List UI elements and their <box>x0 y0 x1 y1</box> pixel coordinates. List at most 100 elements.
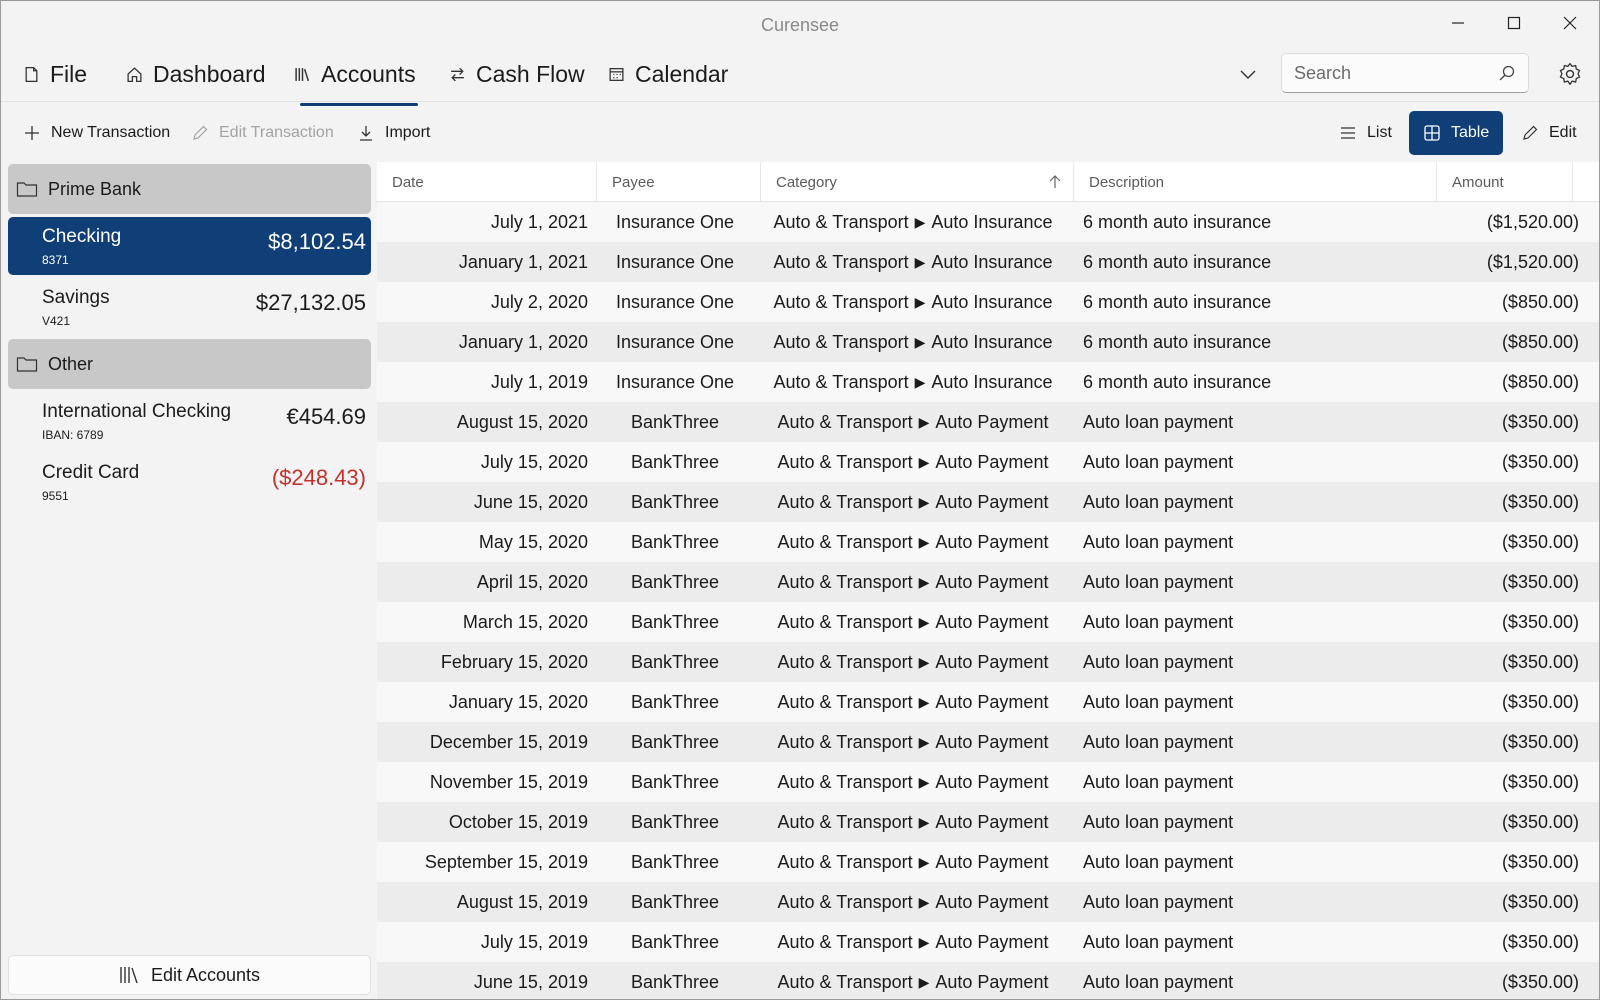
table-row[interactable]: February 15, 2020 BankThree Auto & Transpo… <box>377 642 1599 682</box>
cell-category: Auto & Transport ▶ Auto Payment <box>757 602 1069 642</box>
swap-arrows-icon <box>451 67 464 81</box>
cell-date: July 15, 2020 <box>480 452 588 472</box>
cell-amount: ($350.00) <box>1501 772 1579 792</box>
calendar-icon <box>609 67 624 81</box>
column-header-amount[interactable]: Amount <box>1437 162 1573 202</box>
category-parent: Auto & Transport <box>777 572 913 592</box>
table-row[interactable]: July 15, 2019 BankThree Auto & Transport ▶ A… <box>377 922 1599 962</box>
category-child: Auto Payment <box>935 772 1049 792</box>
category-parent: Auto & Transport <box>777 652 913 672</box>
table-row[interactable]: January 1, 2021 Insurance One Auto & Trans… <box>377 242 1599 282</box>
table-row[interactable]: January 1, 2020 Insurance One Auto & Trans… <box>377 322 1599 362</box>
cell-amount: ($350.00) <box>1501 892 1579 912</box>
cell-payee: Insurance One <box>615 292 735 312</box>
table-row[interactable]: August 15, 2020 BankThree Auto & Transport… <box>377 402 1599 442</box>
table-row[interactable]: November 15, 2019 BankThree Auto & Transpo… <box>377 762 1599 802</box>
cell-date: August 15, 2020 <box>456 412 588 432</box>
category-child: Auto Insurance <box>931 292 1053 312</box>
cell-category: Auto & Transport ▶ Auto Payment <box>757 642 1069 682</box>
triangle-right-icon: ▶ <box>918 534 930 550</box>
list-view-button[interactable]: List <box>1339 114 1392 152</box>
triangle-right-icon: ▶ <box>918 774 930 790</box>
cell-category: Auto & Transport ▶ Auto Payment <box>757 962 1069 999</box>
column-header-payee[interactable]: Payee <box>597 162 761 202</box>
edit-button[interactable]: Edit <box>1521 114 1577 152</box>
minimize-icon <box>1452 22 1464 24</box>
table-row[interactable]: August 15, 2019 BankThree Auto & Transport… <box>377 882 1599 922</box>
column-header-category[interactable]: Category <box>761 162 1074 202</box>
table-row[interactable]: July 1, 2019 Insurance One Auto & Transpor… <box>377 362 1599 402</box>
cell-date: January 15, 2020 <box>448 692 588 712</box>
table-row[interactable]: December 15, 2019 BankThree Auto & Transpo… <box>377 722 1599 762</box>
table-row[interactable]: January 15, 2020 BankThree Auto & Transpor… <box>377 682 1599 722</box>
table-row[interactable]: June 15, 2020 BankThree Auto & Transport ▶ A… <box>377 482 1599 522</box>
edit-transaction-button[interactable]: Edit Transaction <box>191 114 334 152</box>
cell-payee: BankThree <box>630 932 720 952</box>
account-name: Checking <box>42 226 122 247</box>
search-input[interactable] <box>1294 62 1484 84</box>
table-row[interactable]: September 15, 2019 BankThree Auto & Transp… <box>377 842 1599 882</box>
group-name: Prime Bank <box>48 178 142 199</box>
account-number: V421 <box>42 314 71 328</box>
group-header-other[interactable]: Other <box>8 339 371 389</box>
cell-category: Auto & Transport ▶ Auto Payment <box>757 882 1069 922</box>
table-row[interactable]: July 15, 2020 BankThree Auto & Transport ▶ A… <box>377 442 1599 482</box>
column-header-label: Date <box>392 173 424 191</box>
chevron-down-icon[interactable] <box>1237 63 1259 85</box>
cell-description: Auto loan payment <box>1083 932 1234 952</box>
column-header-description[interactable]: Description <box>1074 162 1437 202</box>
account-item-checking[interactable]: Checking 8371 $8,102.54 <box>8 217 371 275</box>
edit-accounts-button[interactable]: Edit Accounts <box>8 955 371 995</box>
table-row[interactable]: July 2, 2020 Insurance One Auto & Transpor… <box>377 282 1599 322</box>
cell-category: Auto & Transport ▶ Auto Insurance <box>757 282 1069 322</box>
cell-date: January 1, 2021 <box>458 252 588 272</box>
category-parent: Auto & Transport <box>773 292 909 312</box>
cell-date: May 15, 2020 <box>478 532 588 552</box>
account-item-savings[interactable]: Savings V421 $27,132.05 <box>8 278 371 336</box>
account-item-credit-card[interactable]: Credit Card 9551 ($248.43) <box>8 453 371 511</box>
plus-icon <box>25 126 39 140</box>
gear-icon[interactable] <box>1557 61 1583 87</box>
cell-category: Auto & Transport ▶ Auto Payment <box>757 402 1069 442</box>
pencil-icon <box>193 125 208 140</box>
import-button[interactable]: Import <box>357 114 430 152</box>
category-parent: Auto & Transport <box>777 532 913 552</box>
table-row[interactable]: July 1, 2021 Insurance One Auto & Transpor… <box>377 202 1599 242</box>
nav-calendar[interactable]: Calendar <box>608 57 728 91</box>
search-icon[interactable] <box>1498 64 1516 82</box>
new-transaction-button[interactable]: New Transaction <box>23 114 170 152</box>
table-row[interactable]: June 15, 2019 BankThree Auto & Transport ▶ A… <box>377 962 1599 999</box>
nav-dashboard[interactable]: Dashboard <box>126 57 266 91</box>
account-balance: €454.69 <box>286 404 366 429</box>
group-header-prime-bank[interactable]: Prime Bank <box>8 164 371 214</box>
nav-accounts[interactable]: Accounts <box>294 57 418 106</box>
triangle-right-icon: ▶ <box>918 894 930 910</box>
account-balance: $27,132.05 <box>255 290 366 315</box>
account-number: 9551 <box>42 489 69 503</box>
cell-amount: ($350.00) <box>1501 572 1579 592</box>
account-item-international-checking[interactable]: International Checking IBAN: 6789 €454.6… <box>8 392 371 450</box>
table-row[interactable]: October 15, 2019 BankThree Auto & Transpor… <box>377 802 1599 842</box>
window-title: Curensee <box>760 15 840 35</box>
nav-file[interactable]: File <box>23 57 87 91</box>
column-header-label: Payee <box>612 173 655 191</box>
cell-amount: ($350.00) <box>1501 612 1579 632</box>
cell-date: February 15, 2020 <box>440 652 588 672</box>
nav-cash-flow[interactable]: Cash Flow <box>449 57 585 91</box>
column-header-date[interactable]: Date <box>377 162 597 202</box>
close-button[interactable] <box>1547 7 1593 39</box>
cell-payee: BankThree <box>630 892 720 912</box>
table-view-button[interactable]: Table <box>1409 111 1504 155</box>
triangle-right-icon: ▶ <box>918 454 930 470</box>
search-box[interactable] <box>1281 53 1529 93</box>
table-header: Date Payee Category Description Amount <box>377 162 1599 202</box>
minimize-button[interactable] <box>1435 7 1481 39</box>
table-row[interactable]: March 15, 2020 BankThree Auto & Transport ▶… <box>377 602 1599 642</box>
table-row[interactable]: May 15, 2020 BankThree Auto & Transport ▶ Au… <box>377 522 1599 562</box>
cell-description: Auto loan payment <box>1083 572 1234 592</box>
cell-description: Auto loan payment <box>1083 612 1234 632</box>
table-row[interactable]: April 15, 2020 BankThree Auto & Transport ▶… <box>377 562 1599 602</box>
import-label: Import <box>385 124 431 141</box>
maximize-button[interactable] <box>1491 7 1537 39</box>
cell-category: Auto & Transport ▶ Auto Payment <box>757 682 1069 722</box>
